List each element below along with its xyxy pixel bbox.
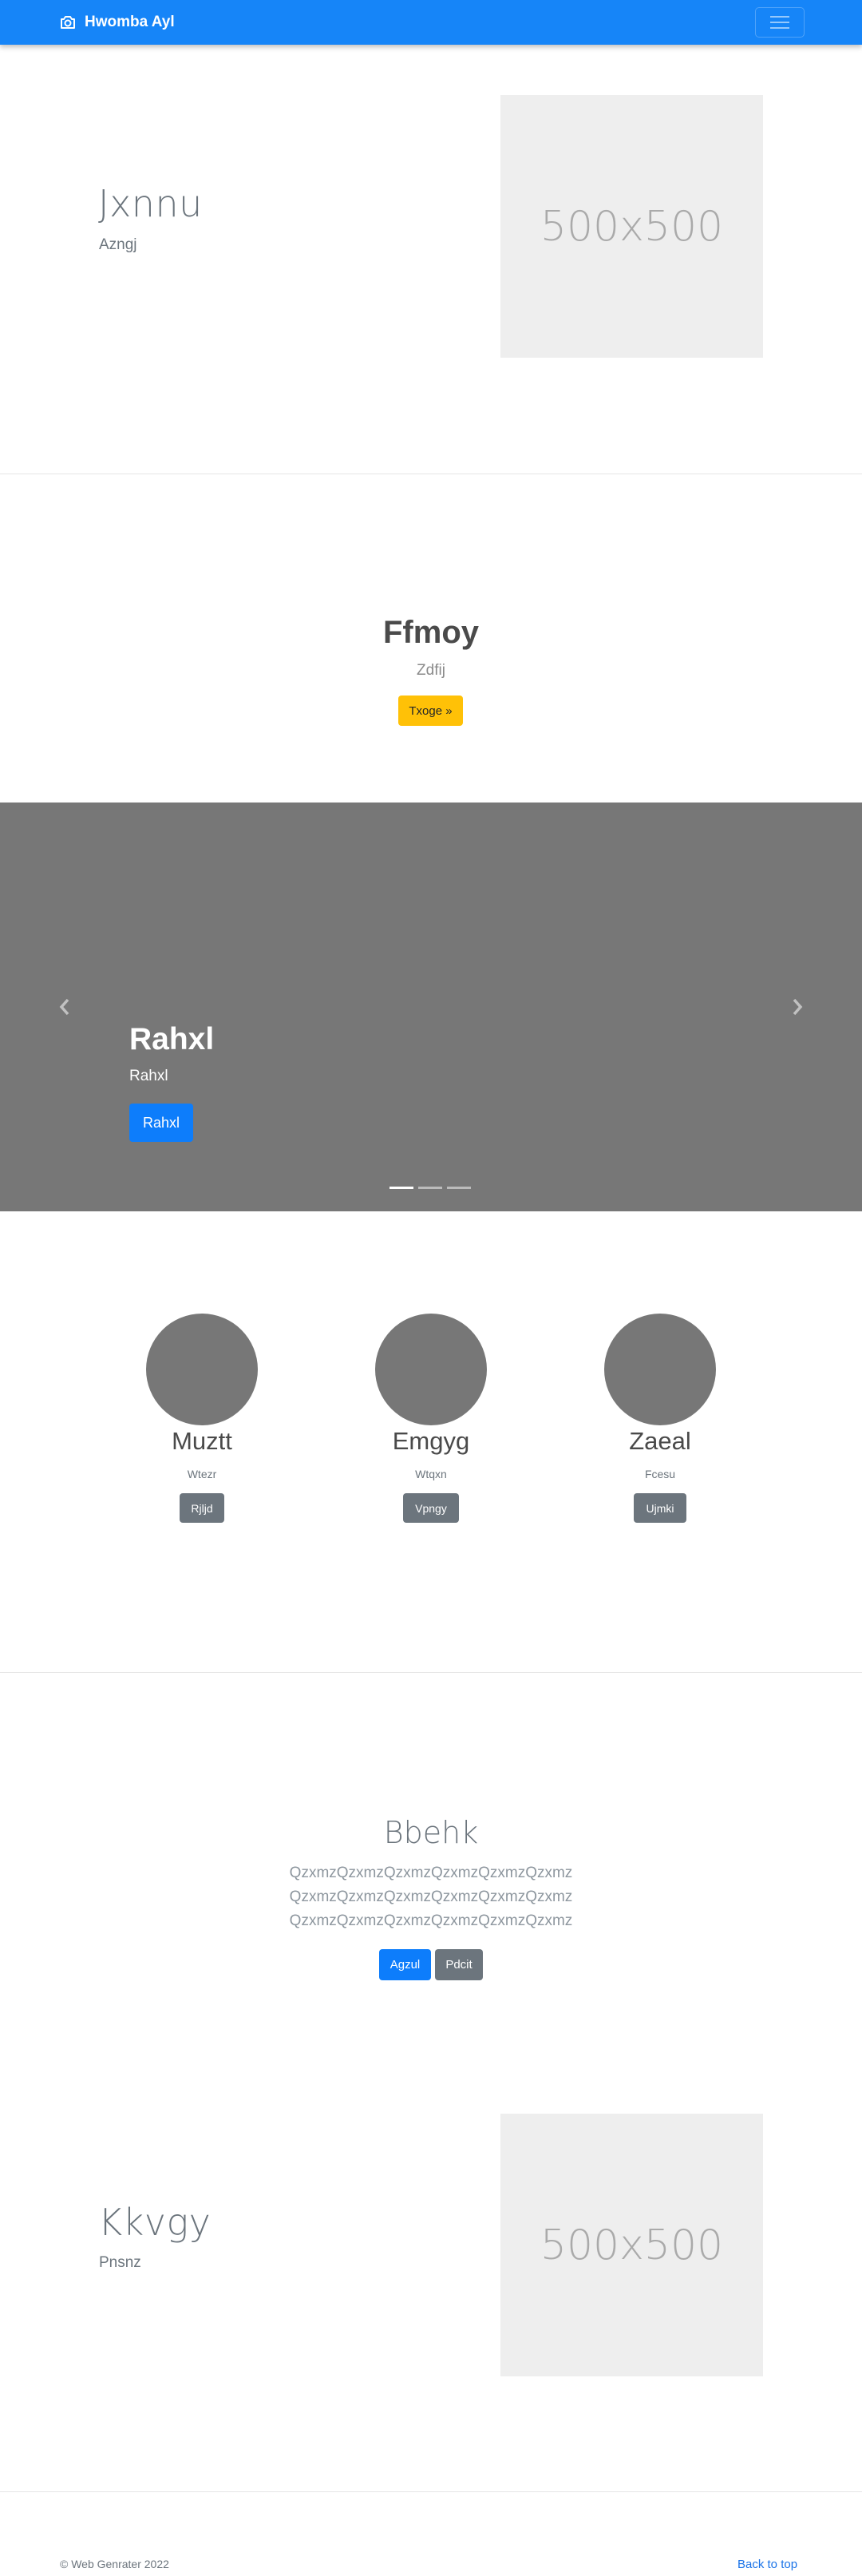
hero2-image-label: 500x500 [540,2221,724,2269]
column-button[interactable]: Ujmki [634,1493,686,1523]
hamburger-icon [768,14,792,31]
feature-button[interactable]: Txoge » [398,696,463,726]
column-image-circle [604,1314,716,1425]
navbar-toggler-button[interactable] [755,7,805,38]
hero2-subtitle: Pnsnz [99,2254,141,2271]
column-button[interactable]: Vpngy [403,1493,459,1523]
hero2-image-placeholder: 500x500 [500,2114,763,2376]
hero1-title: Jxnnu [98,182,203,225]
carousel-indicator[interactable] [389,1187,413,1189]
feature-subtitle: Zdfij [417,662,445,679]
column-title: Zaeal [629,1427,691,1455]
marketing-column: Zaeal Fcesu Ujmki [604,1314,716,1523]
jumbotron-title: Bbehk [383,1815,479,1850]
brand-name: Hwomba Ayl [85,14,175,30]
hero2-title: Kkvgy [98,2201,212,2244]
chevron-left-icon [58,997,71,1020]
footer-copyright: © Web Genrater 2022 [60,2558,169,2570]
carousel-indicator[interactable] [418,1187,442,1189]
column-subtitle: Fcesu [644,1468,676,1480]
hero1-image-placeholder: 500x500 [500,95,763,358]
carousel-indicators [389,1187,471,1189]
column-image-circle [146,1314,258,1425]
back-to-top-link[interactable]: Back to top [737,2558,797,2571]
carousel-subtitle: Rahxl [129,1068,168,1084]
section-divider [0,1672,862,1673]
column-image-circle [375,1314,487,1425]
hero1-image-label: 500x500 [540,202,724,251]
carousel-next-button[interactable] [785,993,809,1024]
brand-link[interactable]: Hwomba Ayl [59,12,175,33]
hero1-subtitle: Azngj [99,236,137,253]
marketing-column: Emgyg Wtqxn Vpngy [375,1314,487,1523]
section-divider [0,2491,862,2492]
jumbotron-line: QzxmzQzxmzQzxmzQzxmzQzxmzQzxmz [289,1912,573,1929]
navbar: Hwomba Ayl [0,0,862,45]
carousel-title: Rahxl [129,1022,215,1056]
feature-title: Ffmoy [383,615,479,650]
carousel-prev-button[interactable] [53,993,77,1024]
column-subtitle: Wtqxn [415,1468,447,1480]
camera-icon [59,14,78,30]
jumbotron-primary-button[interactable]: Agzul [379,1949,431,1980]
column-title: Muztt [172,1427,232,1455]
carousel-button[interactable]: Rahxl [129,1104,193,1142]
column-subtitle: Wtezr [187,1468,217,1480]
carousel: Rahxl Rahxl Rahxl [0,803,862,1211]
carousel-indicator[interactable] [447,1187,471,1189]
marketing-column: Muztt Wtezr Rjljd [146,1314,258,1523]
chevron-right-icon [791,997,804,1020]
column-button[interactable]: Rjljd [180,1493,224,1523]
jumbotron-line: QzxmzQzxmzQzxmzQzxmzQzxmzQzxmz [289,1865,573,1881]
jumbotron-line: QzxmzQzxmzQzxmzQzxmzQzxmzQzxmz [289,1888,573,1905]
jumbotron-secondary-button[interactable]: Pdcit [435,1949,483,1980]
column-title: Emgyg [392,1427,470,1455]
jumbotron-text: QzxmzQzxmzQzxmzQzxmzQzxmzQzxmz QzxmzQzxm… [0,1861,862,1933]
